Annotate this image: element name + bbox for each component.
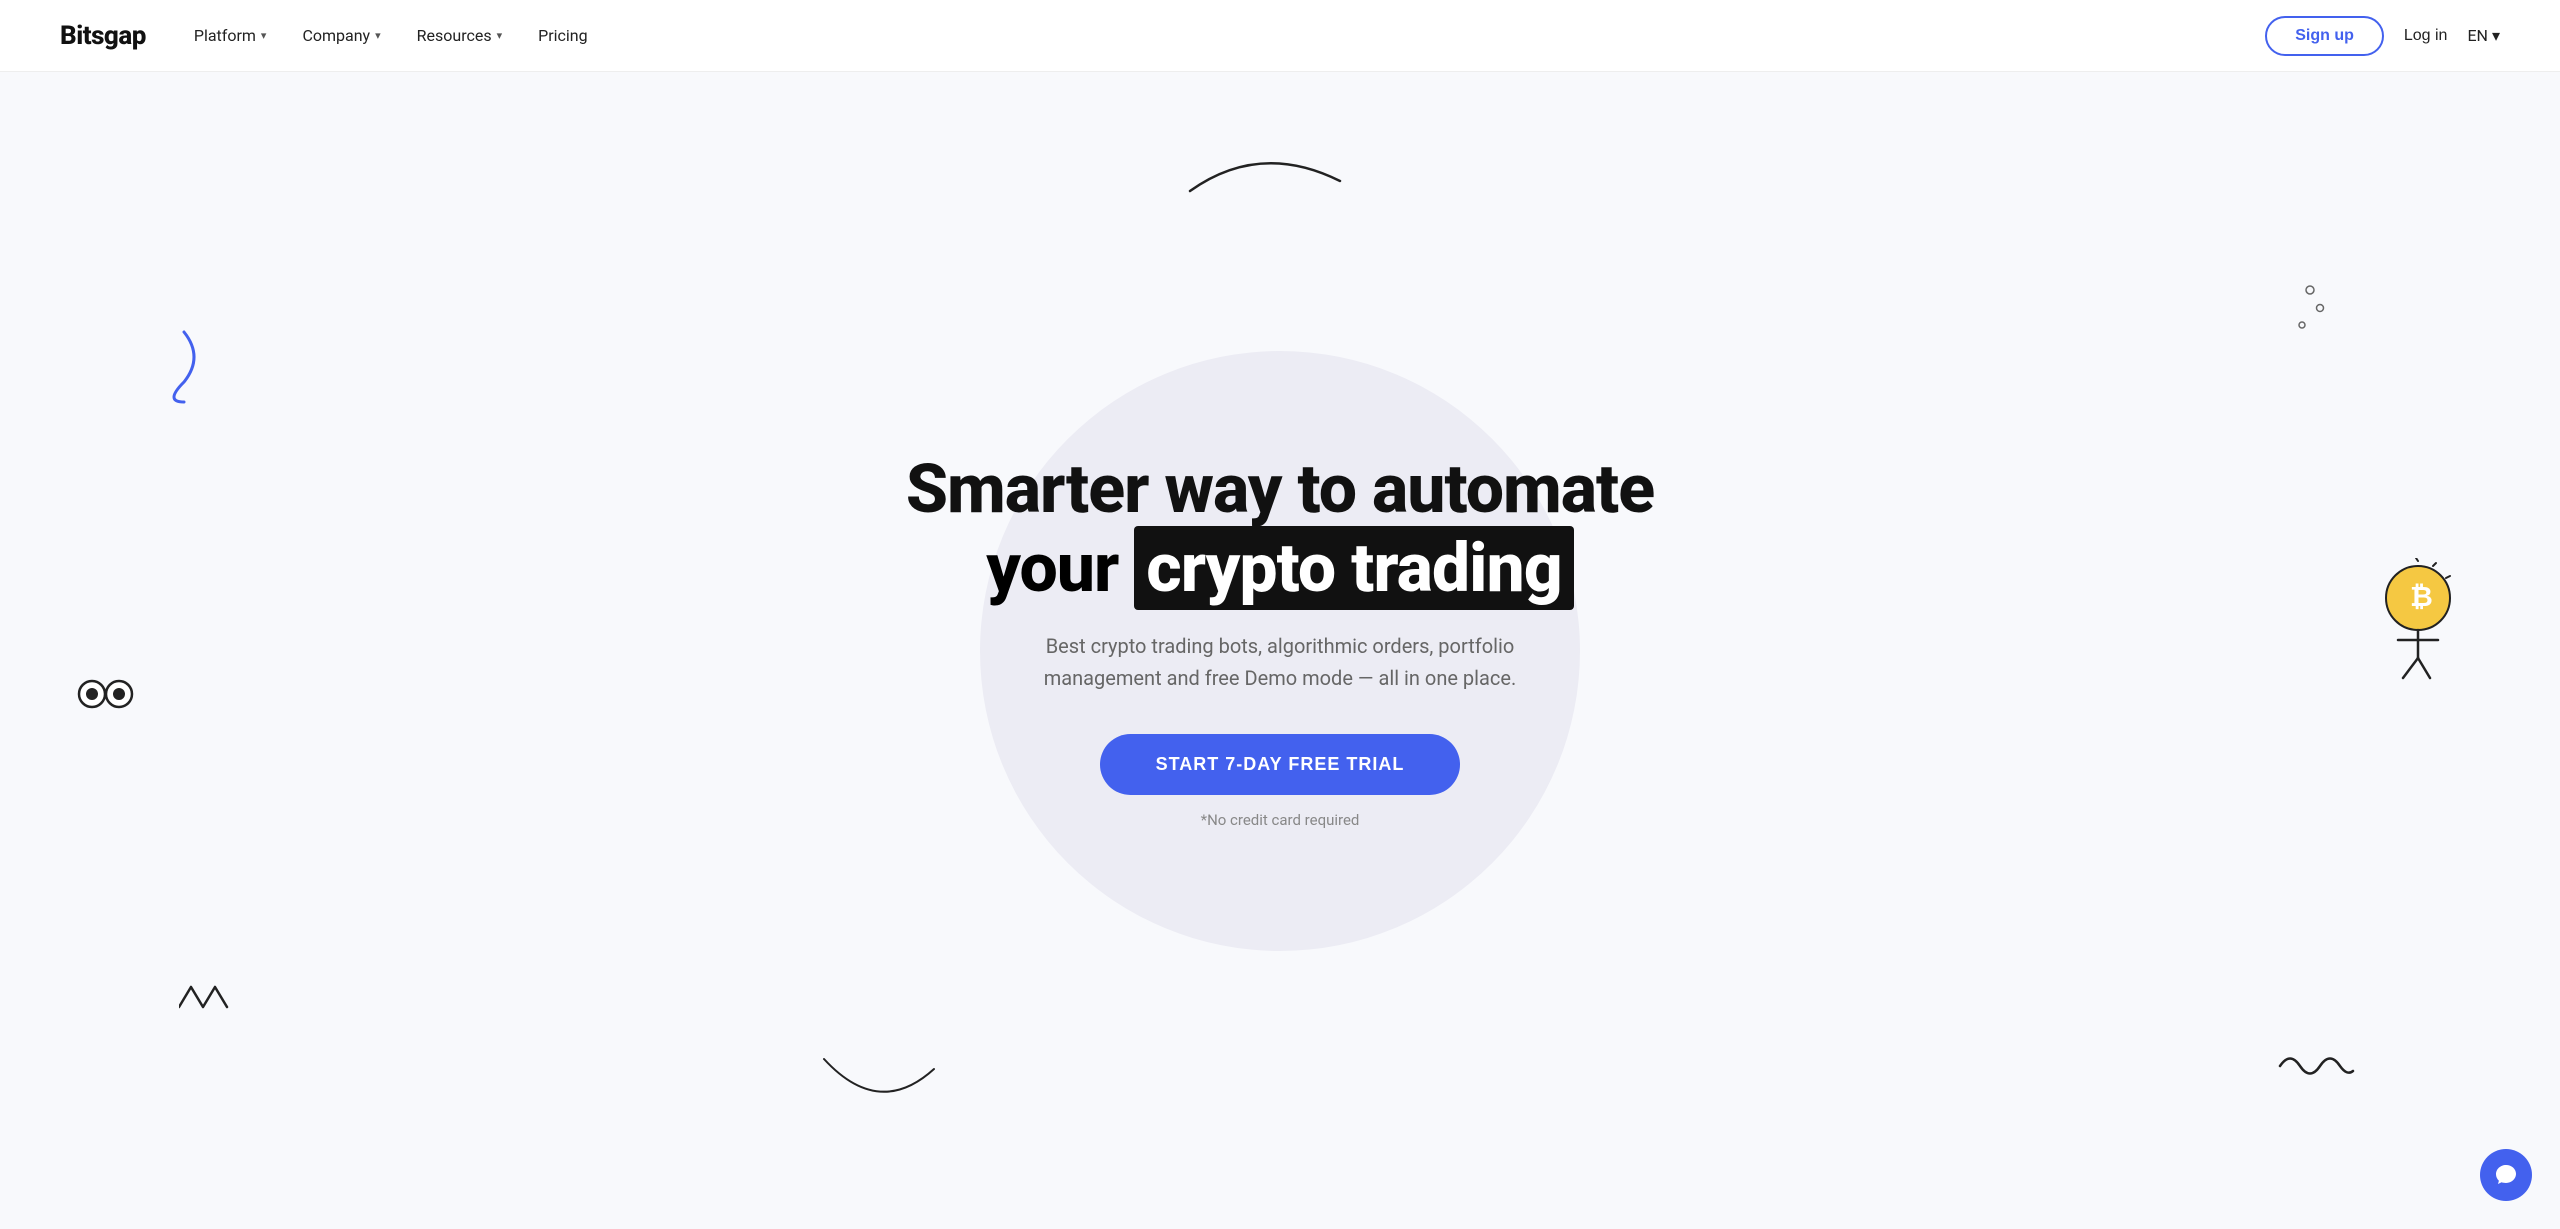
logo[interactable]: Bitsgap [60,21,146,51]
hero-title-line2: your crypto trading [986,531,1574,606]
signup-button[interactable]: Sign up [2265,16,2384,56]
nav-company[interactable]: Company ▾ [302,26,380,45]
nav-company-label: Company [302,26,370,45]
nav-pricing[interactable]: Pricing [538,26,588,45]
decorative-swash [154,327,214,411]
cta-button[interactable]: START 7-DAY FREE TRIAL [1100,734,1461,795]
hero-content: Smarter way to automate your crypto trad… [906,452,1654,829]
nav-resources[interactable]: Resources ▾ [417,26,502,45]
decorative-zigzag [179,977,229,1021]
hero-title-highlight: crypto trading [1134,526,1573,610]
decorative-arc [1180,141,1380,205]
hero-title-plain: your [986,528,1134,608]
decorative-dots [2290,280,2330,344]
nav-platform[interactable]: Platform ▾ [194,26,267,45]
decorative-curve-bottom [819,1049,939,1113]
hero-title: Smarter way to automate your crypto trad… [906,452,1654,606]
chevron-down-icon: ▾ [261,29,267,42]
login-button[interactable]: Log in [2404,27,2448,45]
nav-platform-label: Platform [194,26,256,45]
lang-label: EN [2467,26,2488,45]
nav-resources-label: Resources [417,26,492,45]
navbar: Bitsgap Platform ▾ Company ▾ Resources ▾… [0,0,2560,72]
chevron-down-icon: ▾ [2492,26,2500,45]
no-credit-note: *No credit card required [906,811,1654,829]
chevron-down-icon: ▾ [375,29,381,42]
language-selector[interactable]: EN ▾ [2467,26,2500,45]
svg-text:₿: ₿ [2410,581,2433,612]
hero-subtitle: Best crypto trading bots, algorithmic or… [990,630,1570,694]
chevron-down-icon: ▾ [497,29,503,42]
nav-pricing-label: Pricing [538,26,588,45]
nav-right: Sign up Log in EN ▾ [2265,16,2500,56]
decorative-squiggle [2275,1046,2355,1090]
hero-section: ₿ Smarter way to automate your crypto tr… [0,72,2560,1229]
decorative-bitcoin-figure: ₿ [2358,558,2458,692]
decorative-eyes [77,674,137,718]
hero-title-line1: Smarter way to automate [906,449,1654,529]
nav-links: Platform ▾ Company ▾ Resources ▾ Pricing [194,26,2265,45]
chat-bubble-button[interactable] [2480,1149,2532,1201]
